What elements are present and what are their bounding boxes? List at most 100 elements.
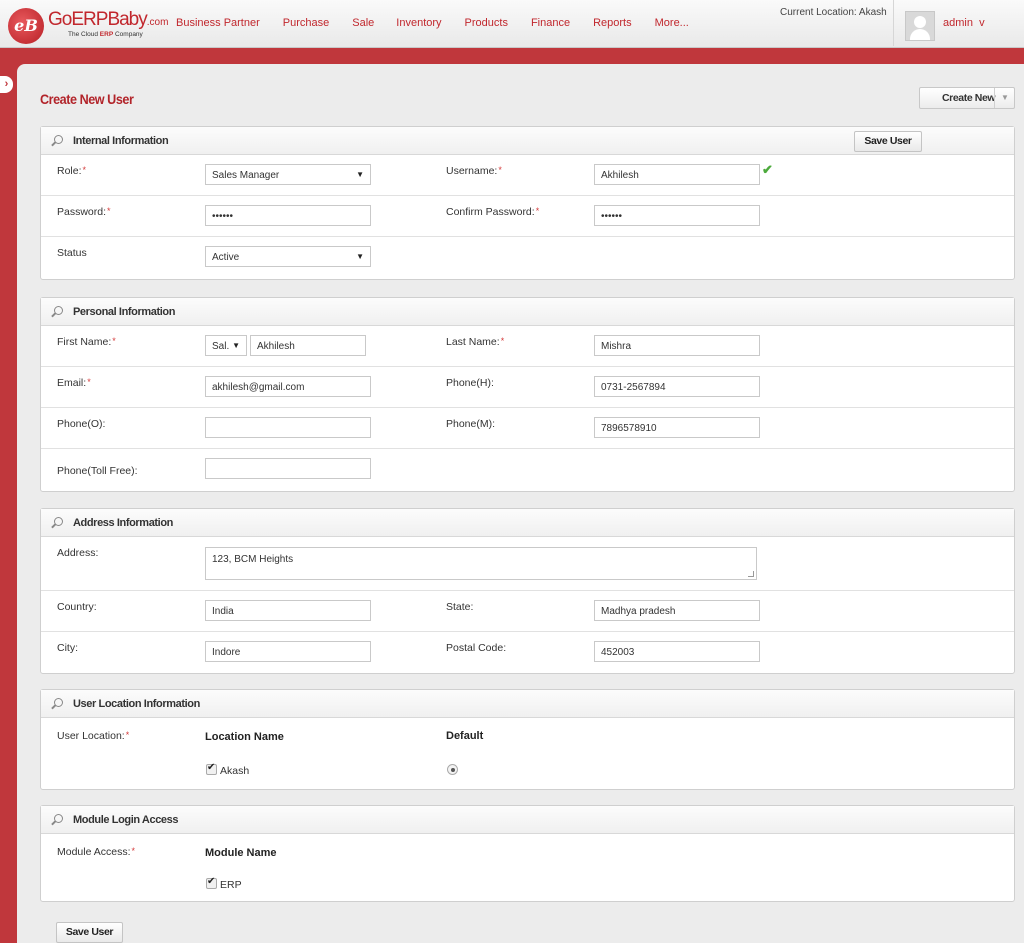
location-checkbox[interactable] [206, 762, 217, 775]
postal-code-label: Postal Code: [446, 642, 507, 654]
confirm-password-input[interactable]: •••••• [594, 205, 760, 226]
address-label: Address: [57, 547, 99, 559]
email-label: Email:* [57, 377, 91, 389]
create-new-label: Create New [942, 92, 996, 104]
form-row: Password:* •••••• Confirm Password:* •••… [41, 196, 1014, 237]
module-access-label: Module Access:* [57, 846, 136, 858]
form-row: Role:* Sales Manager Username:* Akhilesh… [41, 155, 1014, 196]
address-textarea[interactable]: 123, BCM Heights [205, 547, 757, 580]
status-label: Status [57, 247, 87, 259]
email-input[interactable]: akhilesh@gmail.com [205, 376, 371, 397]
logo-tagline: The Cloud ERP Company [68, 31, 143, 38]
phone-home-label: Phone(H): [446, 377, 494, 389]
user-menu[interactable]: admin v [943, 17, 985, 29]
role-select[interactable]: Sales Manager [205, 164, 371, 185]
nav-purchase[interactable]: Purchase [283, 17, 329, 29]
form-row: Email:* akhilesh@gmail.com Phone(H): 073… [41, 367, 1014, 408]
salutation-select[interactable]: Sal. [205, 335, 247, 356]
nav-more[interactable]: More... [655, 17, 689, 29]
valid-check-icon: ✔ [762, 162, 773, 177]
section-header: Internal Information Save User [41, 127, 1014, 155]
section-title: User Location Information [73, 698, 200, 710]
search-icon [54, 814, 63, 823]
save-user-button-top[interactable]: Save User [854, 131, 922, 152]
save-user-button-bottom[interactable]: Save User [56, 922, 123, 943]
phone-toll-free-label: Phone(Toll Free): [57, 465, 138, 477]
address-information-section: Address Information Address: 123, BCM He… [40, 508, 1015, 674]
left-sidebar-collapsed [0, 48, 16, 943]
form-row: Phone(Toll Free): [41, 449, 1014, 490]
default-location-radio[interactable] [447, 764, 458, 775]
phone-mobile-input[interactable]: 7896578910 [594, 417, 760, 438]
create-new-button[interactable]: Create New ▼ [919, 87, 1015, 109]
search-icon [54, 135, 63, 144]
nav-finance[interactable]: Finance [531, 17, 570, 29]
avatar-icon[interactable] [905, 11, 935, 41]
form-row: Status Active [41, 237, 1014, 278]
phone-office-input[interactable] [205, 417, 371, 438]
section-title: Internal Information [73, 135, 169, 147]
personal-information-section: Personal Information First Name:* Sal. A… [40, 297, 1015, 492]
state-input[interactable]: Madhya pradesh [594, 600, 760, 621]
module-login-access-section: Module Login Access Module Access:* Modu… [40, 805, 1015, 902]
page-title: Create New User [40, 91, 134, 107]
user-name: admin [943, 17, 973, 29]
location-name-column-header: Location Name [205, 731, 284, 743]
last-name-input[interactable]: Mishra [594, 335, 760, 356]
resize-handle-icon[interactable] [748, 571, 754, 577]
form-row: First Name:* Sal. Akhilesh Last Name:* M… [41, 326, 1014, 367]
section-header: User Location Information [41, 690, 1014, 718]
phone-office-label: Phone(O): [57, 418, 106, 430]
country-input[interactable]: India [205, 600, 371, 621]
password-label: Password:* [57, 206, 111, 218]
form-row: Address: 123, BCM Heights [41, 537, 1014, 591]
chevron-down-icon: v [979, 17, 985, 29]
chevron-down-icon[interactable]: ▼ [994, 88, 1015, 108]
default-column-header: Default [446, 730, 484, 742]
nav-products[interactable]: Products [465, 17, 508, 29]
section-header: Personal Information [41, 298, 1014, 326]
form-row: Country: India State: Madhya pradesh [41, 591, 1014, 632]
search-icon [54, 698, 63, 707]
first-name-input[interactable]: Akhilesh [250, 335, 366, 356]
form-row: Phone(O): Phone(M): 7896578910 [41, 408, 1014, 449]
state-label: State: [446, 601, 474, 613]
address-value: 123, BCM Heights [212, 554, 294, 565]
main-content: Create New User Create New ▼ Internal In… [17, 64, 1024, 943]
top-navigation-bar: eB GoERPBaby.com The Cloud ERP Company B… [0, 0, 1024, 48]
module-name-column-header: Module Name [205, 847, 277, 859]
username-input[interactable]: Akhilesh [594, 164, 760, 185]
section-header: Address Information [41, 509, 1014, 537]
section-title: Address Information [73, 517, 173, 529]
main-menu: Business Partner Purchase Sale Inventory… [176, 17, 712, 29]
logo-wordmark: GoERPBaby.com [48, 9, 169, 30]
goerpbaby-logo[interactable]: eB GoERPBaby.com The Cloud ERP Company [6, 4, 169, 44]
user-location-label: User Location:* [57, 730, 130, 742]
current-location: Current Location: Akash [780, 7, 887, 18]
search-icon [54, 517, 63, 526]
section-header: Module Login Access [41, 806, 1014, 834]
section-title: Personal Information [73, 306, 176, 318]
user-location-section: User Location Information User Location:… [40, 689, 1015, 790]
postal-code-input[interactable]: 452003 [594, 641, 760, 662]
phone-toll-free-input[interactable] [205, 458, 371, 479]
first-name-label: First Name:* [57, 336, 116, 348]
nav-business-partner[interactable]: Business Partner [176, 17, 260, 29]
module-name: ERP [220, 879, 242, 891]
city-input[interactable]: Indore [205, 641, 371, 662]
status-select[interactable]: Active [205, 246, 371, 267]
password-input[interactable]: •••••• [205, 205, 371, 226]
internal-information-section: Internal Information Save User Role:* Sa… [40, 126, 1015, 280]
nav-inventory[interactable]: Inventory [396, 17, 441, 29]
nav-divider [893, 0, 894, 46]
module-checkbox[interactable] [206, 876, 217, 889]
search-icon [54, 306, 63, 315]
nav-reports[interactable]: Reports [593, 17, 632, 29]
role-label: Role:* [57, 165, 87, 177]
city-label: City: [57, 642, 78, 654]
nav-sale[interactable]: Sale [352, 17, 374, 29]
phone-mobile-label: Phone(M): [446, 418, 496, 430]
phone-home-input[interactable]: 0731-2567894 [594, 376, 760, 397]
location-name: Akash [220, 765, 250, 777]
country-label: Country: [57, 601, 97, 613]
